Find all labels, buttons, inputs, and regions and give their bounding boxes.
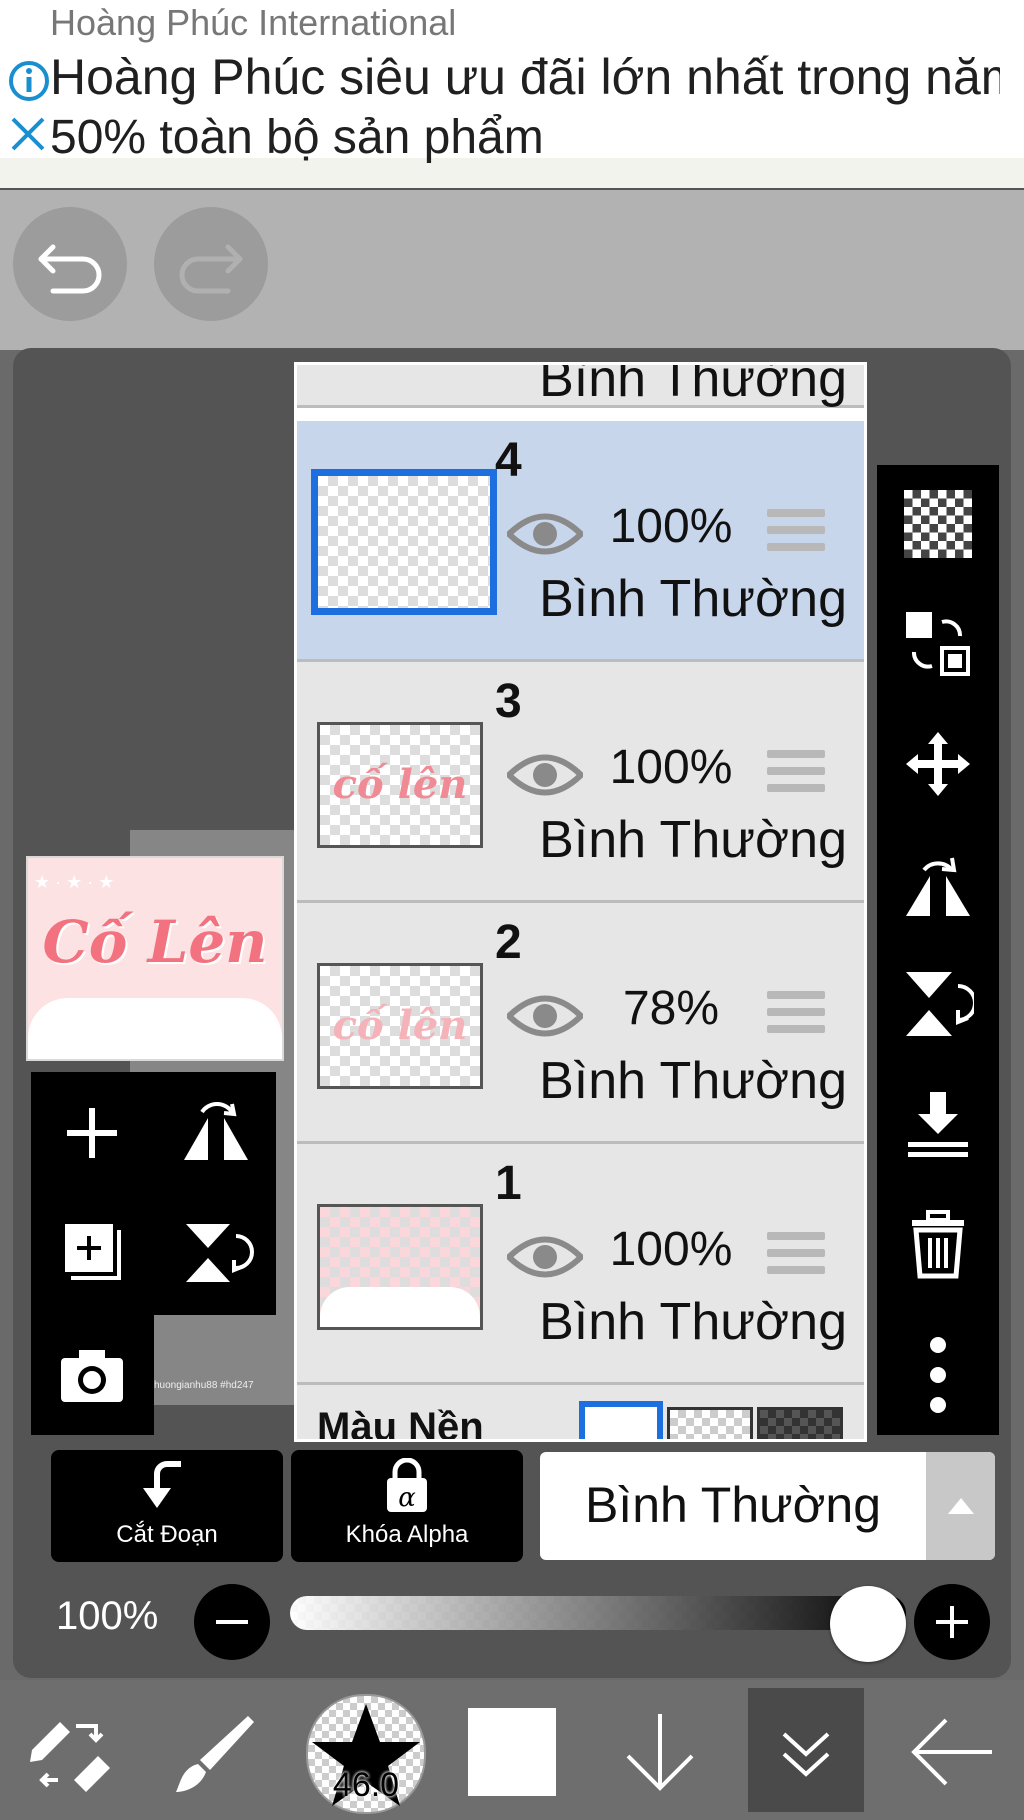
background-dark-option[interactable] (757, 1407, 843, 1439)
layer-row-4[interactable]: 4 100% Bình Thường (297, 421, 864, 662)
layer-panel[interactable]: Bình Thường 4 100% Bình Thường cố lên 3 … (294, 362, 867, 1442)
alpha-lock-button[interactable]: α Khóa Alpha (291, 1450, 523, 1562)
info-icon[interactable] (8, 60, 50, 112)
layer-opacity: 100% (609, 1223, 733, 1276)
undo-icon (38, 244, 102, 294)
redo-icon (179, 244, 243, 294)
merge-down-icon[interactable] (902, 1088, 974, 1160)
opacity-slider-thumb[interactable] (830, 1586, 906, 1662)
undo-button[interactable] (13, 207, 127, 321)
add-layer-button[interactable] (57, 1098, 127, 1168)
layer-row-3[interactable]: cố lên 3 100% Bình Thường (297, 662, 864, 903)
color-swatch[interactable] (468, 1708, 556, 1796)
layer-number: 3 (495, 675, 522, 728)
flip-horizontal-icon[interactable] (902, 848, 974, 920)
layer-mode: Bình Thường (539, 1293, 847, 1351)
opacity-label: 100% (56, 1594, 159, 1638)
triangle-up-icon (948, 1498, 974, 1514)
layer-mode: Bình Thường (539, 1052, 847, 1110)
back-arrow-icon[interactable] (906, 1710, 996, 1794)
opacity-slider[interactable] (290, 1596, 906, 1630)
drag-handle-icon[interactable] (767, 750, 825, 800)
layer-mode: Bình Thường (539, 811, 847, 869)
drag-handle-icon[interactable] (767, 509, 825, 559)
flip-vertical-button[interactable] (178, 1218, 254, 1288)
ad-subline[interactable]: 50% toàn bộ sản phẩm (50, 110, 544, 165)
blend-mode-value: Bình Thường (584, 1477, 882, 1533)
layer-opacity: 78% (622, 982, 720, 1035)
flip-vertical-icon (186, 1224, 254, 1282)
background-label: Màu Nền (317, 1405, 484, 1442)
svg-text:α: α (398, 1483, 416, 1513)
visibility-eye-icon[interactable] (507, 991, 583, 1041)
checkerboard-icon[interactable] (904, 490, 972, 558)
clipping-button[interactable]: Cắt Đoạn (51, 1450, 283, 1562)
thumbnail-text: cố lên (332, 1002, 468, 1049)
preview-cloud (28, 998, 282, 1059)
redo-button[interactable] (154, 207, 268, 321)
flip-horizontal-button[interactable] (178, 1098, 254, 1168)
camera-button[interactable] (57, 1340, 127, 1410)
layer-row-1[interactable]: 1 100% Bình Thường (297, 1144, 864, 1385)
preview-text: Cố Lên (42, 908, 268, 976)
layer-opacity: 100% (609, 500, 733, 553)
clip-arrow-icon (143, 1461, 181, 1508)
drag-handle-icon[interactable] (767, 991, 825, 1041)
clip-label: Cắt Đoạn (116, 1521, 218, 1548)
plus-icon (936, 1606, 968, 1638)
layer-number: 2 (495, 916, 522, 969)
trash-icon[interactable] (902, 1208, 974, 1280)
camera-icon (61, 1350, 123, 1402)
layer-panel-toggle[interactable] (748, 1688, 864, 1812)
right-toolbar (877, 465, 999, 1435)
ad-headline[interactable]: Hoàng Phúc siêu ưu đãi lớn nhất trong nă… (50, 48, 1000, 106)
arrow-down-icon[interactable] (620, 1710, 700, 1794)
watermark: huongianhu88 #hd247 (154, 1380, 254, 1391)
more-options-icon[interactable] (917, 1335, 959, 1415)
opacity-increase-button[interactable] (914, 1584, 990, 1660)
background-row[interactable]: Màu Nền (297, 1385, 864, 1442)
move-icon[interactable] (902, 728, 974, 800)
double-chevron-down-icon (782, 1732, 830, 1777)
layer-opacity: 100% (609, 741, 733, 794)
flip-vertical-icon[interactable] (902, 968, 974, 1040)
brush-size-value: 46.0 (332, 1766, 400, 1804)
visibility-eye-icon[interactable] (507, 1232, 583, 1282)
ad-banner[interactable]: Hoàng Phúc International Hoàng Phúc siêu… (0, 0, 1024, 190)
background-transparent-option[interactable] (667, 1407, 753, 1439)
layer-mode: Bình Thường (539, 362, 847, 408)
star-icon: ★ · ★ · ★ (34, 872, 115, 892)
close-icon[interactable] (8, 114, 48, 164)
layer-row-partial[interactable]: Bình Thường (297, 362, 864, 408)
plus-icon (67, 1108, 117, 1158)
layer-mode: Bình Thường (539, 570, 847, 628)
canvas-preview[interactable]: Cố Lên ★ · ★ · ★ (26, 856, 284, 1061)
swap-layer-icon[interactable] (902, 608, 974, 680)
visibility-eye-icon[interactable] (507, 509, 583, 559)
drag-handle-icon[interactable] (767, 1232, 825, 1282)
layer-row-2[interactable]: cố lên 2 78% Bình Thường (297, 903, 864, 1144)
minus-icon (216, 1620, 248, 1624)
brush-icon[interactable] (170, 1708, 260, 1798)
duplicate-icon (65, 1224, 121, 1280)
brush-size-button[interactable]: 46.0 (306, 1694, 426, 1814)
bottom-toolbar: 46.0 (0, 1680, 1024, 1820)
background-white-option[interactable] (579, 1401, 663, 1439)
visibility-eye-icon[interactable] (507, 750, 583, 800)
thumbnail-text: cố lên (332, 761, 468, 808)
opacity-decrease-button[interactable] (194, 1584, 270, 1660)
history-bar (0, 190, 1024, 350)
blend-mode-dropdown[interactable] (926, 1452, 995, 1560)
lock-icon: α (387, 1457, 427, 1513)
brush-eraser-switch-icon[interactable] (24, 1710, 114, 1794)
layer-number: 1 (495, 1157, 522, 1210)
layer-number: 4 (495, 434, 522, 487)
duplicate-layer-button[interactable] (57, 1218, 127, 1288)
flip-horizontal-icon (184, 1102, 248, 1160)
ad-source: Hoàng Phúc International (50, 2, 457, 43)
alpha-lock-label: Khóa Alpha (345, 1521, 469, 1548)
